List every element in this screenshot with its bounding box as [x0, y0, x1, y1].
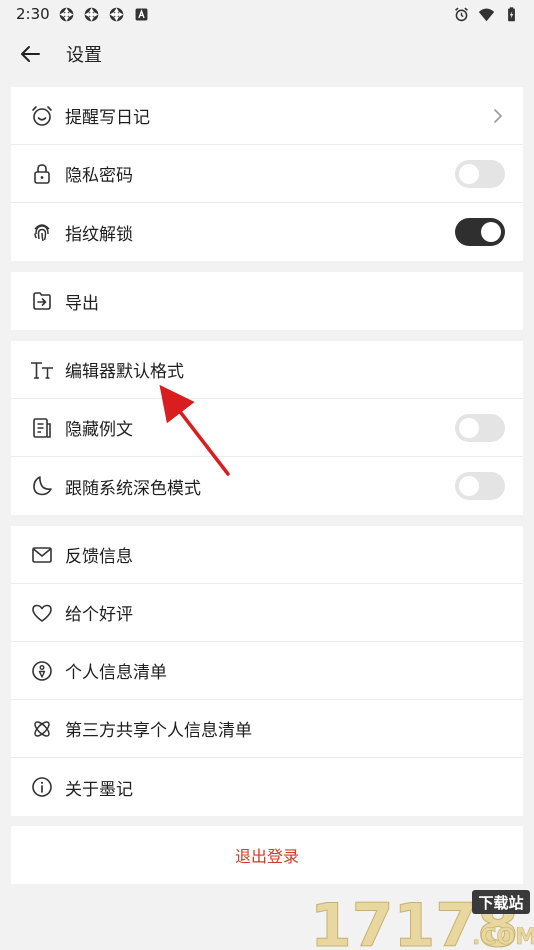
share-icon [34, 720, 50, 737]
person-info-icon [32, 660, 52, 681]
row-diary-reminder[interactable]: 提醒写日记 [11, 87, 523, 145]
row-third-party-share-list[interactable]: 第三方共享个人信息清单 [11, 700, 523, 758]
watermark-suffix: .COM [472, 925, 534, 950]
notification-icon [59, 7, 73, 21]
chevron-right-icon [494, 108, 503, 123]
row-privacy-password[interactable]: 隐私密码 [11, 145, 523, 203]
page-title: 设置 [66, 45, 102, 66]
status-time: 2:30 [16, 5, 50, 23]
heart-icon [32, 604, 52, 622]
lock-icon [34, 163, 50, 184]
row-label: 指纹解锁 [65, 224, 133, 245]
app-bar: 设置 [0, 28, 534, 80]
row-editor-default-format[interactable]: 编辑器默认格式 [11, 341, 523, 399]
fingerprint-icon [34, 224, 50, 242]
moon-icon [33, 476, 52, 496]
row-label: 导出 [65, 293, 99, 314]
alarm-icon [455, 7, 468, 21]
row-label: 隐私密码 [65, 166, 133, 186]
arrow-left-icon [21, 46, 40, 62]
export-icon [33, 292, 51, 310]
logout-button[interactable]: 退出登录 [11, 826, 523, 884]
row-feedback[interactable]: 反馈信息 [11, 526, 523, 584]
row-label: 反馈信息 [65, 547, 133, 567]
a-icon [135, 8, 148, 20]
row-label: 编辑器默认格式 [65, 362, 184, 382]
text-format-icon [31, 361, 53, 379]
settings-group-1: 提醒写日记 隐私密码 指纹解锁 [11, 87, 523, 261]
row-rate-us[interactable]: 给个好评 [11, 584, 523, 642]
row-about[interactable]: 关于墨记 [11, 758, 523, 816]
row-hide-example[interactable]: 隐藏例文 [11, 399, 523, 457]
row-label: 第三方共享个人信息清单 [65, 721, 252, 741]
settings-group-4: 反馈信息 给个好评 个人信息清单 第三方共享个人信息清单 关于墨记 [11, 526, 523, 816]
document-icon [33, 417, 51, 438]
row-personal-info-list[interactable]: 个人信息清单 [11, 642, 523, 700]
battery-icon [508, 6, 515, 21]
row-label: 个人信息清单 [65, 663, 167, 683]
logout-label: 退出登录 [234, 847, 299, 866]
row-export[interactable]: 导出 [11, 272, 523, 330]
wifi-icon [478, 8, 495, 21]
fingerprint-unlock-toggle[interactable] [455, 218, 505, 246]
mail-icon [32, 546, 52, 563]
row-fingerprint-unlock[interactable]: 指纹解锁 [11, 203, 523, 261]
notification-icon [84, 7, 98, 21]
privacy-password-toggle[interactable] [455, 159, 505, 188]
row-label: 关于墨记 [65, 779, 133, 800]
watermark-logo: 17178 下载站 .COM [310, 890, 534, 950]
row-label: 隐藏例文 [65, 420, 133, 440]
row-follow-system-dark-mode[interactable]: 跟随系统深色模式 [11, 457, 523, 515]
status-bar: 2:30 [0, 0, 534, 28]
info-icon [32, 777, 52, 797]
back-button[interactable] [0, 28, 60, 80]
notification-icon [109, 7, 123, 21]
watermark-badge: 下载站 [478, 894, 523, 912]
row-label: 给个好评 [65, 605, 133, 625]
alarm-clock-icon [32, 105, 52, 126]
dark-mode-toggle[interactable] [455, 472, 505, 500]
settings-group-2: 导出 [11, 272, 523, 330]
row-label: 提醒写日记 [65, 108, 150, 128]
settings-group-3: 编辑器默认格式 隐藏例文 跟随系统深色模式 [11, 341, 523, 515]
hide-example-toggle[interactable] [455, 413, 505, 442]
row-label: 跟随系统深色模式 [65, 478, 201, 499]
